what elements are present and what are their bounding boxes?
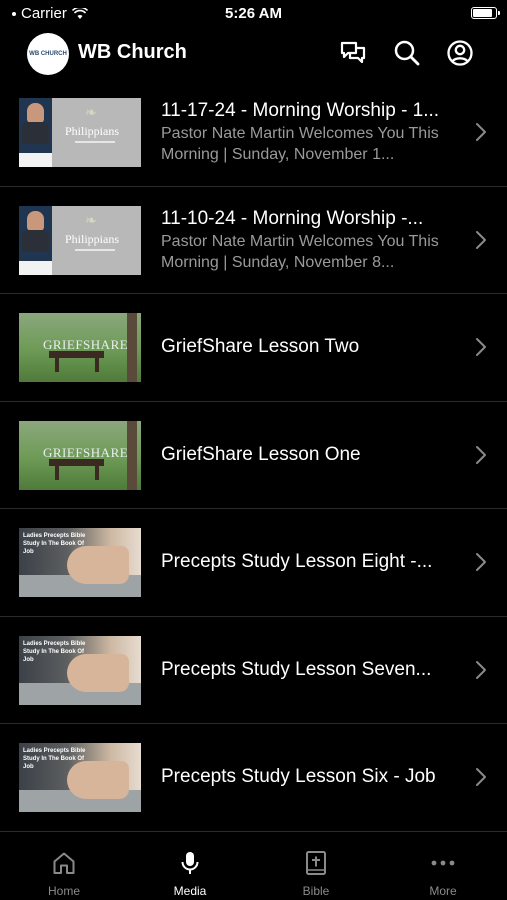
media-list: ❧ Philippians 11-17-24 - Morning Worship -… [0, 79, 507, 832]
chevron-right-icon [476, 660, 486, 679]
chevron-right-icon [476, 123, 486, 142]
chevron-right-icon [476, 445, 486, 464]
media-item-text: 11-10-24 - Morning Worship -... Pastor Na… [161, 187, 457, 294]
media-item-title: GriefShare Lesson Two [161, 336, 360, 358]
thumbnail-caption: GRIEFSHARE [43, 337, 129, 352]
search-icon[interactable] [392, 38, 422, 68]
tab-media-label: Media [173, 884, 207, 898]
tab-bible[interactable]: Bible [253, 838, 379, 900]
chat-icon[interactable] [338, 38, 368, 68]
media-list-item[interactable]: GRIEFSHARE GriefShare Lesson One [0, 402, 507, 509]
tab-bible-label: Bible [302, 884, 330, 898]
chevron-right-icon [476, 338, 486, 357]
sermon-thumbnail: ❧ Philippians [19, 205, 141, 275]
status-bar: Carrier 5:26 AM [0, 0, 507, 28]
media-item-text: GriefShare Lesson Two [161, 294, 457, 401]
app-title: WB Church [78, 41, 187, 63]
media-list-item[interactable]: GRIEFSHARE GriefShare Lesson Two [0, 294, 507, 402]
home-icon [53, 852, 75, 874]
church-logo[interactable]: WB CHURCH [27, 33, 69, 75]
thumbnail-caption: Philippians [65, 124, 120, 138]
thumbnail-caption: Ladies Precepts Bible Study In The Book … [23, 748, 86, 770]
media-list-item[interactable]: ❧ Philippians 11-10-24 - Morning Worship -… [0, 187, 507, 294]
media-item-subtitle: Pastor Nate Martin Welcomes You This Mor… [161, 232, 439, 271]
tab-home[interactable]: Home [1, 838, 127, 900]
thumbnail-caption: Ladies Precepts Bible Study In The Book … [23, 533, 86, 555]
media-item-title: 11-17-24 - Morning Worship - 1... [161, 100, 440, 122]
thumbnail-caption: Ladies Precepts Bible Study In The Book … [23, 640, 86, 663]
tab-more[interactable]: More [380, 838, 506, 900]
media-item-text: Precepts Study Lesson Eight -... [161, 509, 457, 616]
media-item-title: 11-10-24 - Morning Worship -... [161, 207, 424, 229]
tab-media[interactable]: Media [127, 838, 253, 900]
thumbnail-caption: Philippians [65, 231, 120, 246]
precepts-thumbnail: Ladies Precepts Bible Study In The Book … [19, 635, 141, 705]
media-item-title: Precepts Study Lesson Seven... [161, 658, 432, 680]
tab-more-label: More [429, 884, 457, 898]
precepts-thumbnail: Ladies Precepts Bible Study In The Book … [19, 743, 141, 812]
media-item-title: Precepts Study Lesson Six - Job [161, 766, 436, 788]
media-item-text: 11-17-24 - Morning Worship - 1... Pastor … [161, 79, 457, 186]
thumbnail-caption: GRIEFSHARE [43, 444, 129, 460]
media-item-title: GriefShare Lesson One [161, 443, 361, 465]
media-item-title: Precepts Study Lesson Eight -... [161, 551, 433, 573]
precepts-thumbnail: Ladies Precepts Bible Study In The Book … [19, 528, 141, 597]
media-item-text: GriefShare Lesson One [161, 402, 457, 509]
chevron-right-icon [476, 553, 486, 572]
griefshare-thumbnail: GRIEFSHARE [19, 313, 141, 382]
battery-icon [471, 7, 500, 19]
media-item-text: Precepts Study Lesson Seven... [161, 617, 457, 724]
media-item-subtitle: Pastor Nate Martin Welcomes You This Mor… [161, 125, 439, 164]
media-list-item[interactable]: ❧ Philippians 11-17-24 - Morning Worship -… [0, 79, 507, 187]
more-icon [431, 860, 455, 866]
account-icon[interactable] [445, 38, 475, 68]
griefshare-thumbnail: GRIEFSHARE [19, 420, 141, 490]
bible-icon [306, 851, 326, 875]
app-header: WB CHURCH WB Church [0, 28, 507, 80]
media-item-text: Precepts Study Lesson Six - Job [161, 724, 457, 831]
chevron-right-icon [476, 768, 486, 787]
sermon-thumbnail: ❧ Philippians [19, 98, 141, 167]
tab-bar: Home Media Bible More [0, 838, 507, 900]
media-list-item[interactable]: Ladies Precepts Bible Study In The Book … [0, 617, 507, 724]
tab-home-label: Home [47, 884, 80, 898]
media-list-item[interactable]: Ladies Precepts Bible Study In The Book … [0, 724, 507, 832]
logo-text: WB CHURCH [29, 50, 67, 57]
media-list-item[interactable]: Ladies Precepts Bible Study In The Book … [0, 509, 507, 617]
chevron-right-icon [476, 230, 486, 249]
status-time: 5:26 AM [225, 5, 282, 22]
microphone-icon [181, 852, 199, 874]
